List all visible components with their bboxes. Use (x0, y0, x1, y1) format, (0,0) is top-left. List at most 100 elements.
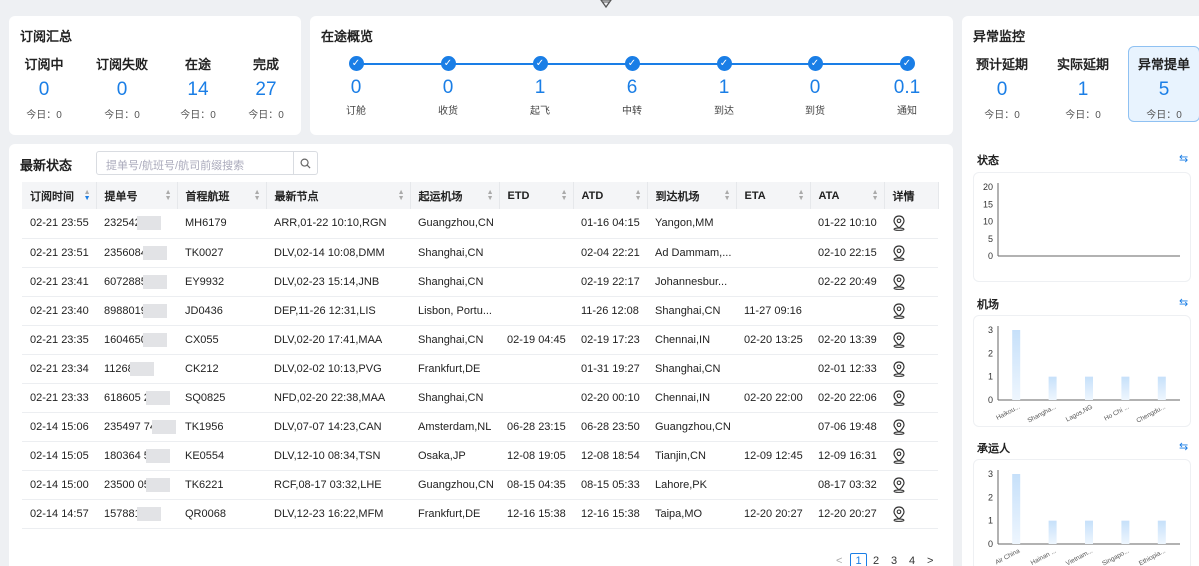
cell-detail[interactable] (884, 470, 938, 500)
cell-latest-node: DLV,02-14 10:08,DMM (266, 238, 410, 268)
col-eta[interactable]: ETA ▲ ▼ (736, 182, 811, 209)
sort-desc-icon[interactable]: ▲ ▼ (84, 189, 91, 202)
cell-latest-node: ARR,01-22 10:10,RGN (266, 209, 410, 239)
cell-ata: 08-17 03:32 (810, 470, 884, 500)
carrier-chart-svg: 0 1 2 3 Air China Hainan ... Vietnam... Singapo… (988, 469, 1180, 566)
stat-subscribe-failed[interactable]: 订阅失败 0 今日：0 (89, 54, 155, 121)
stat-value: 14 (187, 79, 209, 100)
page-2-button[interactable]: 2 (873, 555, 879, 566)
table-row[interactable]: 02-14 15:05 180364 5 KE0554 DLV,12-10 08:34… (22, 441, 938, 471)
collapse-icon[interactable] (599, 0, 613, 10)
table-row[interactable]: 02-21 23:51 2356084 TK0027 DLV,02-14 10:08,… (22, 238, 938, 268)
sort-icon[interactable]: ▲ ▼ (798, 189, 805, 202)
location-pin-icon[interactable] (892, 331, 906, 348)
cell-bill-no: 8988019 (96, 296, 177, 326)
cell-detail[interactable] (884, 412, 938, 442)
location-pin-icon[interactable] (892, 505, 906, 522)
page-1-button[interactable]: 1 (850, 553, 867, 566)
step-notified[interactable]: ✓ 0.1 通知 (877, 56, 937, 117)
sort-icon[interactable]: ▲ ▼ (635, 189, 642, 202)
next-page-button[interactable]: > (927, 555, 933, 566)
stat-in-transit[interactable]: 在途 14 今日：0 (167, 54, 229, 121)
cell-detail[interactable] (884, 296, 938, 326)
stat-expected-delay[interactable]: 预计延期 0 今日：0 (971, 54, 1033, 121)
col-bill-no[interactable]: 提单号 ▲ ▼ (96, 182, 178, 209)
location-pin-icon[interactable] (892, 447, 906, 464)
stat-subscribing[interactable]: 订阅中 0 今日：0 (13, 54, 75, 121)
bar (1157, 520, 1166, 544)
step-booking[interactable]: ✓ 0 订舱 (326, 56, 386, 117)
col-ata[interactable]: ATA ▲ ▼ (810, 182, 885, 209)
col-origin-airport[interactable]: 起运机场 ▲ ▼ (410, 182, 500, 209)
col-dest-airport[interactable]: 到达机场 ▲ ▼ (647, 182, 737, 209)
location-pin-icon[interactable] (892, 273, 906, 290)
location-pin-icon[interactable] (892, 215, 906, 232)
stat-completed[interactable]: 完成 27 今日：0 (235, 54, 297, 121)
cell-detail[interactable] (884, 325, 938, 355)
cell-subscribe-time: 02-14 14:57 (22, 499, 96, 529)
col-atd[interactable]: ATD ▲ ▼ (573, 182, 648, 209)
stat-abnormal-bills[interactable]: 异常提单 5 今日：0 (1132, 54, 1196, 121)
location-pin-icon[interactable] (892, 389, 906, 406)
cell-detail[interactable] (884, 267, 938, 297)
col-first-flight[interactable]: 首程航班 ▲ ▼ (177, 182, 267, 209)
sort-icon[interactable]: ▲ ▼ (561, 189, 568, 202)
location-pin-icon[interactable] (892, 244, 906, 261)
cell-etd (499, 296, 573, 326)
table-row[interactable]: 02-21 23:33 618605 2 SQ0825 NFD,02-20 22:38… (22, 383, 938, 413)
table-row[interactable]: 02-21 23:40 8988019 JD0436 DEP,11-26 12:31,… (22, 296, 938, 326)
cell-detail[interactable] (884, 354, 938, 384)
sort-icon[interactable]: ▲ ▼ (872, 189, 879, 202)
sort-icon[interactable]: ▲ ▼ (398, 189, 405, 202)
col-latest-node[interactable]: 最新节点 ▲ ▼ (266, 182, 411, 209)
table-row[interactable]: 02-14 15:00 23500 05 TK6221 RCF,08-17 03:32… (22, 470, 938, 500)
cell-detail[interactable] (884, 209, 938, 239)
page-4-button[interactable]: 4 (909, 555, 915, 566)
sort-icon[interactable]: ▲ ▼ (487, 189, 494, 202)
y-tick-label: 5 (988, 234, 993, 244)
step-transfer[interactable]: ✓ 6 中转 (602, 56, 662, 117)
stat-actual-delay[interactable]: 实际延期 1 今日：0 (1052, 54, 1114, 121)
table-row[interactable]: 02-14 14:57 157881 QR0068 DLV,12-23 16:22,M… (22, 499, 938, 529)
swap-icon[interactable]: ⇆ (1179, 296, 1188, 309)
cell-ata: 02-01 12:33 (810, 354, 884, 384)
bill-no-text: 235497 74 (104, 420, 156, 433)
y-tick-label: 0 (988, 395, 993, 405)
sort-icon[interactable]: ▲ ▼ (724, 189, 731, 202)
cell-detail[interactable] (884, 238, 938, 268)
cell-detail[interactable] (884, 383, 938, 413)
search-button[interactable] (293, 152, 317, 174)
col-etd[interactable]: ETD ▲ ▼ (499, 182, 574, 209)
stat-today: 今日：0 (1146, 110, 1182, 121)
location-pin-icon[interactable] (892, 418, 906, 435)
step-arrived[interactable]: ✓ 1 到达 (694, 56, 754, 117)
location-pin-icon[interactable] (892, 302, 906, 319)
search-input[interactable]: 提单号/航班号/航司前缀搜索 (96, 151, 318, 175)
table-row[interactable]: 02-21 23:55 232542 MH6179 ARR,01-22 10:10,R… (22, 209, 938, 239)
table-header-row: 订阅时间 ▲ ▼ 提单号 ▲ ▼ 首程航班 ▲ ▼ 最新节点 ▲ ▼ 起运机场 ▲ ▼ ETD ▲ ▼ … (22, 182, 939, 209)
bill-no-text: 6072885 (104, 275, 147, 288)
sort-icon[interactable]: ▲ ▼ (254, 189, 261, 202)
table-row[interactable]: 02-21 23:34 11268 CK212 DLV,02-02 10:13,PVG… (22, 354, 938, 384)
page-3-button[interactable]: 3 (891, 555, 897, 566)
step-delivered[interactable]: ✓ 0 到货 (785, 56, 845, 117)
step-departed[interactable]: ✓ 1 起飞 (510, 56, 570, 117)
location-pin-icon[interactable] (892, 476, 906, 493)
step-receipt[interactable]: ✓ 0 收货 (418, 56, 478, 117)
cell-detail[interactable] (884, 441, 938, 471)
airport-chart-title: 机场 (977, 299, 999, 311)
table-row[interactable]: 02-21 23:35 1604650 CX055 DLV,02-20 17:41,M… (22, 325, 938, 355)
table-row[interactable]: 02-21 23:41 6072885 EY9932 DLV,02-23 15:14,… (22, 267, 938, 297)
col-subscribe-time[interactable]: 订阅时间 ▲ ▼ (22, 182, 97, 209)
cell-bill-no: 1604650 (96, 325, 177, 355)
location-pin-icon[interactable] (892, 360, 906, 377)
swap-icon[interactable]: ⇆ (1179, 440, 1188, 453)
sort-icon[interactable]: ▲ ▼ (165, 189, 172, 202)
cell-dest-airport: Ad Dammam,... (647, 238, 736, 268)
swap-icon[interactable]: ⇆ (1179, 152, 1188, 165)
cell-detail[interactable] (884, 499, 938, 529)
bar (1085, 520, 1093, 544)
prev-page-button[interactable]: < (836, 555, 842, 566)
bill-no-text: 23500 05 (104, 478, 150, 491)
table-row[interactable]: 02-14 15:06 235497 74 TK1956 DLV,07-07 14:2… (22, 412, 938, 442)
